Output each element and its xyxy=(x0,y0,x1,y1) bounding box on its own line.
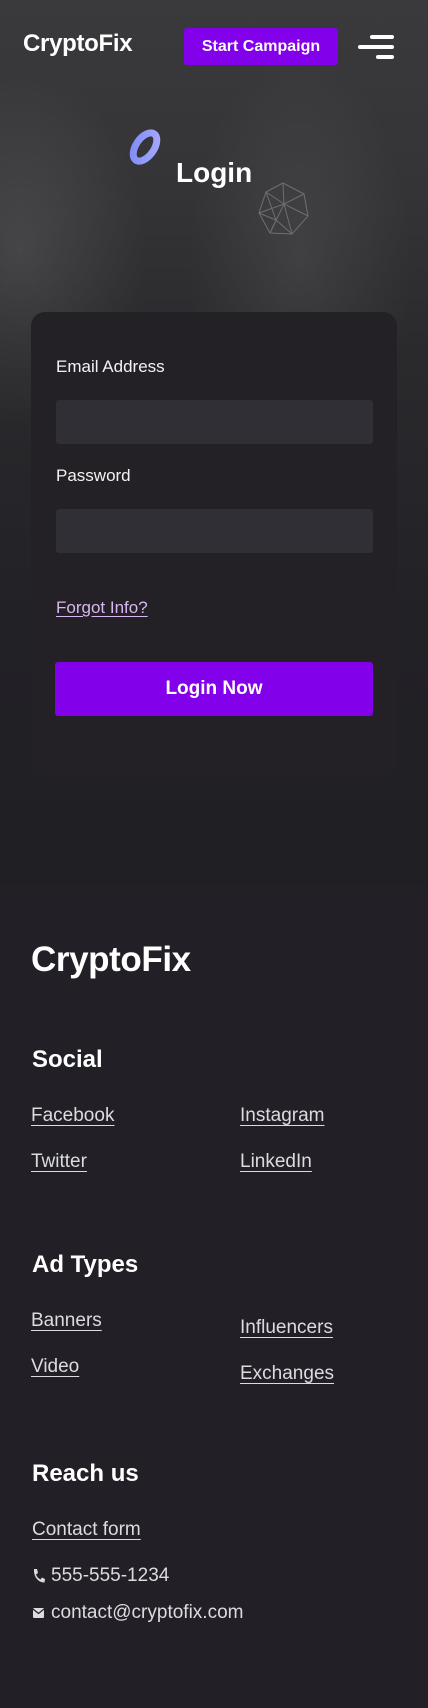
password-label: Password xyxy=(56,466,131,485)
twitter-link[interactable]: Twitter xyxy=(31,1151,87,1173)
social-heading: Social xyxy=(32,1046,103,1073)
influencers-link[interactable]: Influencers xyxy=(240,1317,333,1339)
start-campaign-button[interactable]: Start Campaign xyxy=(184,28,338,65)
phone-line: 555-555-1234 xyxy=(32,1565,169,1587)
footer-brand-logo[interactable]: CryptoFix xyxy=(31,940,191,980)
phone-number[interactable]: 555-555-1234 xyxy=(51,1565,169,1587)
contact-email[interactable]: contact@cryptofix.com xyxy=(51,1602,243,1624)
page-title: Login xyxy=(176,157,253,188)
ring-icon xyxy=(129,129,161,165)
email-label: Email Address xyxy=(56,357,165,376)
polyhedron-icon xyxy=(258,182,309,235)
reach-us-heading: Reach us xyxy=(32,1460,139,1487)
linkedin-link[interactable]: LinkedIn xyxy=(240,1151,312,1173)
exchanges-link[interactable]: Exchanges xyxy=(240,1363,334,1385)
ad-types-heading: Ad Types xyxy=(32,1251,139,1278)
forgot-info-link[interactable]: Forgot Info? xyxy=(56,598,148,618)
contact-form-link[interactable]: Contact form xyxy=(32,1519,141,1541)
video-link[interactable]: Video xyxy=(31,1356,79,1378)
instagram-link[interactable]: Instagram xyxy=(240,1105,324,1127)
phone-icon xyxy=(33,1569,45,1583)
banners-link[interactable]: Banners xyxy=(31,1310,102,1332)
login-now-button[interactable]: Login Now xyxy=(55,662,373,716)
email-field[interactable] xyxy=(56,400,373,444)
facebook-link[interactable]: Facebook xyxy=(31,1105,114,1127)
password-field[interactable] xyxy=(56,509,373,553)
brand-logo[interactable]: CryptoFix xyxy=(23,30,133,58)
hamburger-menu-icon[interactable] xyxy=(356,35,394,61)
mail-icon xyxy=(32,1608,45,1618)
email-line: contact@cryptofix.com xyxy=(32,1602,243,1624)
